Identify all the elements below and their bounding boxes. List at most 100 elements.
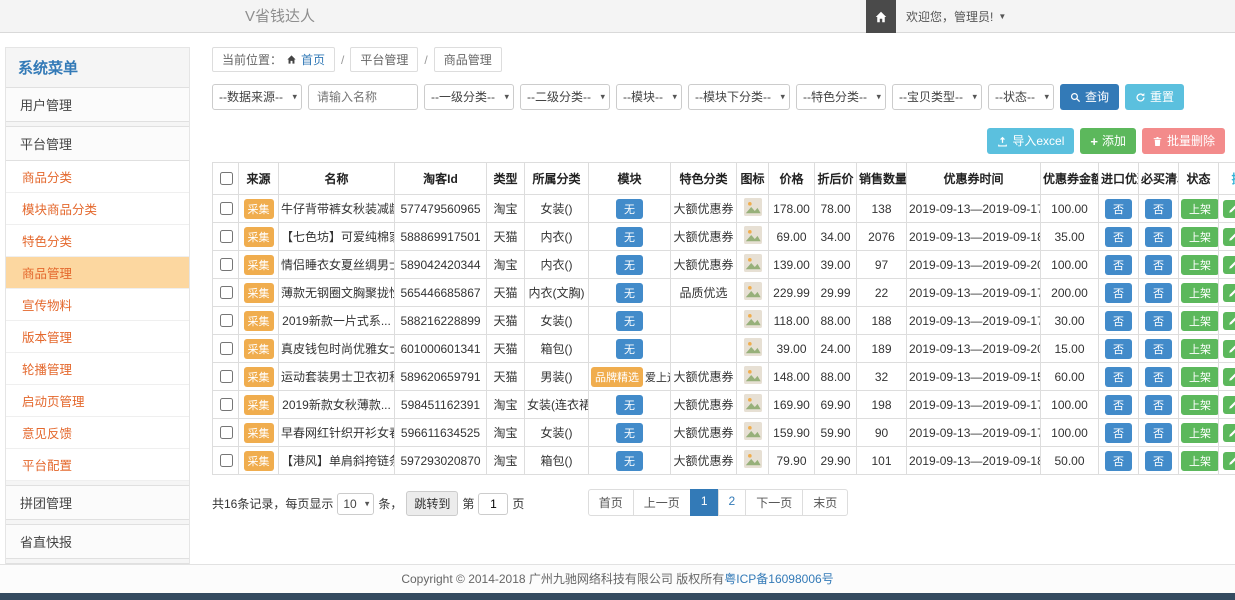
must-buy-toggle[interactable]: 否 — [1145, 199, 1172, 219]
status-button[interactable]: 上架 — [1181, 423, 1219, 443]
submenu-item[interactable]: 模块商品分类 — [6, 193, 189, 225]
breadcrumb-home-link[interactable]: 首页 — [301, 51, 325, 68]
imported-toggle[interactable]: 否 — [1105, 451, 1132, 471]
must-buy-toggle[interactable]: 否 — [1145, 451, 1172, 471]
edit-button[interactable] — [1223, 424, 1235, 442]
edit-button[interactable] — [1223, 452, 1235, 470]
imported-toggle[interactable]: 否 — [1105, 227, 1132, 247]
status-button[interactable]: 上架 — [1181, 367, 1219, 387]
select-all-checkbox[interactable] — [220, 172, 233, 185]
row-checkbox[interactable] — [220, 454, 233, 467]
price: 148.00 — [769, 363, 815, 391]
module-filter[interactable]: --模块-- — [616, 84, 682, 110]
must-buy-toggle[interactable]: 否 — [1145, 423, 1172, 443]
must-buy-cell: 否 — [1139, 195, 1179, 223]
status-button[interactable]: 上架 — [1181, 395, 1219, 415]
page-button[interactable]: 2 — [718, 489, 747, 516]
submenu-item[interactable]: 商品分类 — [6, 161, 189, 193]
page-button[interactable]: 下一页 — [745, 489, 803, 516]
level2-category-filter[interactable]: --二级分类-- — [520, 84, 610, 110]
must-buy-toggle[interactable]: 否 — [1145, 339, 1172, 359]
page-button[interactable]: 上一页 — [633, 489, 691, 516]
row-checkbox[interactable] — [220, 258, 233, 271]
submenu-item[interactable]: 平台配置 — [6, 449, 189, 481]
submenu-item[interactable]: 轮播管理 — [6, 353, 189, 385]
row-checkbox[interactable] — [220, 342, 233, 355]
must-buy-toggle[interactable]: 否 — [1145, 395, 1172, 415]
submenu-item[interactable]: 启动页管理 — [6, 385, 189, 417]
imported-toggle[interactable]: 否 — [1105, 283, 1132, 303]
source-cell: 采集 — [239, 335, 279, 363]
import-excel-button[interactable]: 导入excel — [987, 128, 1074, 154]
row-checkbox[interactable] — [220, 286, 233, 299]
menu-item[interactable]: 省直快报 — [6, 524, 189, 559]
submenu-item[interactable]: 特色分类 — [6, 225, 189, 257]
status-button[interactable]: 上架 — [1181, 227, 1219, 247]
status-button[interactable]: 上架 — [1181, 451, 1219, 471]
submenu-item[interactable]: 意见反馈 — [6, 417, 189, 449]
icp-link[interactable]: 粤ICP备16098006号 — [724, 572, 833, 586]
edit-button[interactable] — [1223, 200, 1235, 218]
user-menu[interactable]: 欢迎您，管理员! ▼ — [906, 8, 1006, 25]
feature-category-filter[interactable]: --特色分类-- — [796, 84, 886, 110]
imported-toggle[interactable]: 否 — [1105, 395, 1132, 415]
edit-button[interactable] — [1223, 396, 1235, 414]
must-buy-toggle[interactable]: 否 — [1145, 311, 1172, 331]
column-header: 优惠券时间 — [907, 163, 1041, 195]
edit-button[interactable] — [1223, 340, 1235, 358]
breadcrumb-item[interactable]: 商品管理 — [434, 47, 502, 72]
page-button[interactable]: 首页 — [588, 489, 634, 516]
imported-toggle[interactable]: 否 — [1105, 423, 1132, 443]
edit-button[interactable] — [1223, 368, 1235, 386]
submenu-item[interactable]: 版本管理 — [6, 321, 189, 353]
edit-button[interactable] — [1223, 312, 1235, 330]
row-checkbox[interactable] — [220, 426, 233, 439]
edit-button[interactable] — [1223, 256, 1235, 274]
status-filter[interactable]: --状态-- — [988, 84, 1054, 110]
imported-toggle[interactable]: 否 — [1105, 255, 1132, 275]
menu-item[interactable]: 拼团管理 — [6, 485, 189, 520]
level1-category-filter[interactable]: --一级分类-- — [424, 84, 514, 110]
row-checkbox[interactable] — [220, 230, 233, 243]
row-checkbox[interactable] — [220, 398, 233, 411]
imported-cell: 否 — [1099, 447, 1139, 475]
batch-delete-button[interactable]: 批量删除 — [1142, 128, 1225, 154]
data-source-filter[interactable]: --数据来源-- — [212, 84, 302, 110]
name-search-input[interactable] — [308, 84, 418, 110]
add-button[interactable]: + 添加 — [1080, 128, 1136, 154]
row-checkbox[interactable] — [220, 314, 233, 327]
status-button[interactable]: 上架 — [1181, 283, 1219, 303]
product-thumbnail — [744, 422, 762, 440]
menu-item[interactable]: 用户管理 — [6, 87, 189, 122]
page-button[interactable]: 末页 — [802, 489, 848, 516]
page-button-active[interactable]: 1 — [690, 489, 719, 516]
must-buy-toggle[interactable]: 否 — [1145, 227, 1172, 247]
submenu-item[interactable]: 宣传物料 — [6, 289, 189, 321]
home-button[interactable] — [866, 0, 896, 33]
status-button[interactable]: 上架 — [1181, 339, 1219, 359]
row-checkbox[interactable] — [220, 370, 233, 383]
reset-button[interactable]: 重置 — [1125, 84, 1184, 110]
menu-item[interactable]: 平台管理 — [6, 126, 189, 161]
submenu-item-active[interactable]: 商品管理 — [6, 257, 189, 289]
item-type-filter[interactable]: --宝贝类型-- — [892, 84, 982, 110]
edit-button[interactable] — [1223, 284, 1235, 302]
imported-toggle[interactable]: 否 — [1105, 199, 1132, 219]
row-checkbox[interactable] — [220, 202, 233, 215]
edit-button[interactable] — [1223, 228, 1235, 246]
per-page-select[interactable]: 10 — [337, 493, 374, 515]
status-button[interactable]: 上架 — [1181, 199, 1219, 219]
imported-toggle[interactable]: 否 — [1105, 367, 1132, 387]
must-buy-toggle[interactable]: 否 — [1145, 255, 1172, 275]
imported-toggle[interactable]: 否 — [1105, 339, 1132, 359]
imported-toggle[interactable]: 否 — [1105, 311, 1132, 331]
must-buy-toggle[interactable]: 否 — [1145, 367, 1172, 387]
page-number-input[interactable] — [478, 493, 508, 515]
breadcrumb-item[interactable]: 平台管理 — [350, 47, 418, 72]
status-button[interactable]: 上架 — [1181, 255, 1219, 275]
jump-button[interactable]: 跳转到 — [406, 491, 458, 516]
module-subcategory-filter[interactable]: --模块下分类-- — [688, 84, 790, 110]
query-button[interactable]: 查询 — [1060, 84, 1119, 110]
must-buy-toggle[interactable]: 否 — [1145, 283, 1172, 303]
status-button[interactable]: 上架 — [1181, 311, 1219, 331]
